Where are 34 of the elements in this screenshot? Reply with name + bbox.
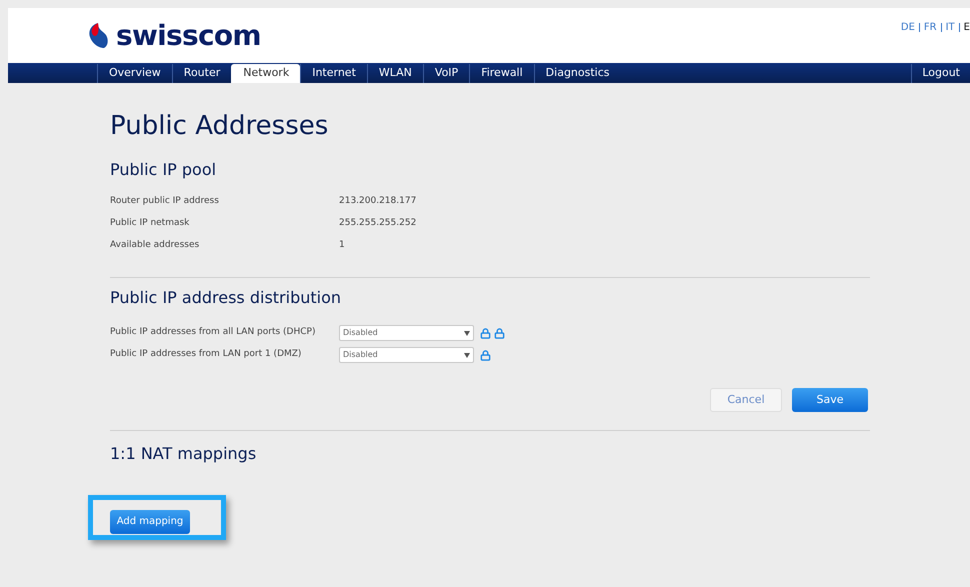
nav-tab[interactable]: Network <box>231 64 300 83</box>
nav-tab[interactable]: Overview <box>97 64 172 83</box>
lock-icon[interactable] <box>494 328 505 338</box>
logo-text: swisscom <box>116 18 261 54</box>
field-value: 255.255.255.252 <box>339 216 416 230</box>
caret-icon <box>464 352 470 358</box>
dropdown-field[interactable]: Disabled <box>339 347 474 363</box>
language-link[interactable]: DE <box>900 20 915 35</box>
field-value: 213.200.218.177 <box>339 194 416 208</box>
section-heading: 1:1 NAT mappings <box>110 443 258 465</box>
field-value: 1 <box>339 238 345 252</box>
nav-tab[interactable]: VoIP <box>422 64 470 83</box>
field-label: Public IP addresses from LAN port 1 (DMZ) <box>110 348 302 362</box>
dropdown-field[interactable]: Disabled <box>339 325 474 341</box>
add-mapping-button[interactable]: Add mapping <box>110 510 190 534</box>
save-button[interactable]: Save <box>792 388 868 412</box>
language-link[interactable]: E <box>964 20 970 35</box>
language-link[interactable]: FR <box>924 20 937 35</box>
page-title: Public Addresses <box>110 110 330 143</box>
lock-icon[interactable] <box>480 328 491 338</box>
nav-tab[interactable]: Diagnostics <box>534 64 621 83</box>
field-label: Public IP netmask <box>110 216 190 230</box>
section-heading: Public IP pool <box>110 159 218 181</box>
logout-button[interactable]: Logout <box>911 64 970 83</box>
caret-icon <box>464 330 470 336</box>
section-heading: Public IP address distribution <box>110 287 342 309</box>
language-link[interactable]: IT <box>946 20 955 35</box>
nav-tab[interactable]: Internet <box>300 64 367 83</box>
nav-tab[interactable]: Firewall <box>469 64 534 83</box>
field-label: Available addresses <box>110 238 200 252</box>
field-label: Router public IP address <box>110 194 220 208</box>
nav-tab[interactable]: WLAN <box>366 64 423 83</box>
lock-icon[interactable] <box>480 350 491 360</box>
field-label: Public IP addresses from all LAN ports (DHCP) <box>110 326 316 340</box>
